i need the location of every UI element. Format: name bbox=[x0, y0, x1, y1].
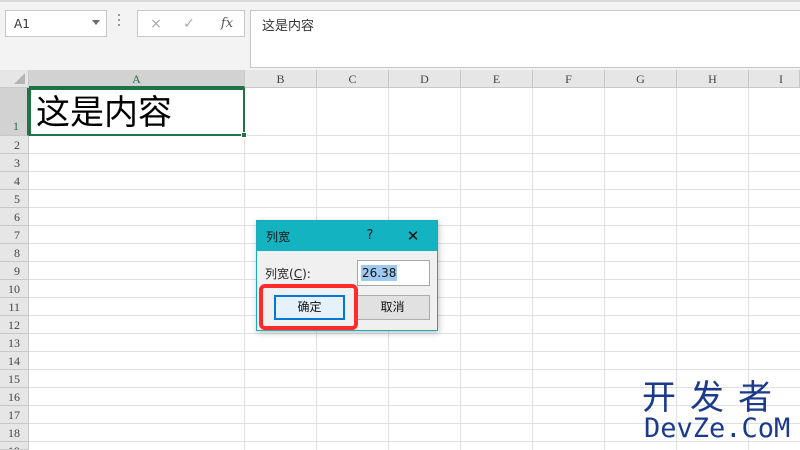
select-all-icon bbox=[14, 73, 25, 84]
cancel-button[interactable]: 取消 bbox=[355, 295, 430, 320]
column-width-label: 列宽(C): bbox=[265, 265, 311, 282]
row-header-14[interactable]: 14 bbox=[0, 352, 29, 370]
row-header-19[interactable]: 19 bbox=[0, 442, 29, 450]
row-header-15[interactable]: 15 bbox=[0, 370, 29, 388]
column-header-f[interactable]: F bbox=[533, 70, 605, 88]
name-box-value: A1 bbox=[14, 17, 30, 31]
watermark-domain: DevZe.CoM bbox=[644, 413, 791, 444]
row-header-17[interactable]: 17 bbox=[0, 406, 29, 424]
formula-buttons: × ✓ fx bbox=[137, 10, 245, 37]
row-header-5[interactable]: 5 bbox=[0, 190, 29, 208]
close-icon[interactable]: ✕ bbox=[400, 224, 426, 248]
row-header-12[interactable]: 12 bbox=[0, 316, 29, 334]
column-header-h[interactable]: H bbox=[677, 70, 749, 88]
row-header-4[interactable]: 4 bbox=[0, 172, 29, 190]
column-header-i[interactable]: I bbox=[749, 70, 800, 88]
row-header-8[interactable]: 8 bbox=[0, 244, 29, 262]
highlight-annotation bbox=[259, 284, 358, 330]
name-box[interactable]: A1 bbox=[5, 10, 107, 37]
chevron-down-icon[interactable] bbox=[92, 20, 100, 25]
row-header-16[interactable]: 16 bbox=[0, 388, 29, 406]
drag-handle-icon[interactable] bbox=[117, 14, 121, 28]
formula-content: 这是内容 bbox=[262, 19, 315, 34]
label-prefix: 列宽( bbox=[265, 267, 294, 281]
row-header-13[interactable]: 13 bbox=[0, 334, 29, 352]
column-header-c[interactable]: C bbox=[317, 70, 389, 88]
row-header-6[interactable]: 6 bbox=[0, 208, 29, 226]
column-header-a[interactable]: A bbox=[29, 70, 245, 88]
row-header-10[interactable]: 10 bbox=[0, 280, 29, 298]
cell-a1-value: 这是内容 bbox=[36, 93, 172, 133]
fill-handle[interactable] bbox=[241, 132, 247, 138]
row-header-2[interactable]: 2 bbox=[0, 136, 29, 154]
column-header-b[interactable]: B bbox=[245, 70, 317, 88]
row-header-1[interactable]: 1 bbox=[0, 88, 29, 136]
column-header-e[interactable]: E bbox=[461, 70, 533, 88]
column-width-input[interactable]: 26.38 bbox=[357, 260, 430, 286]
cancel-icon[interactable]: × bbox=[145, 14, 167, 34]
help-icon[interactable]: ? bbox=[357, 224, 383, 248]
insert-function-icon[interactable]: fx bbox=[216, 14, 238, 34]
enter-icon[interactable]: ✓ bbox=[178, 14, 200, 34]
row-header-9[interactable]: 9 bbox=[0, 262, 29, 280]
row-header-11[interactable]: 11 bbox=[0, 298, 29, 316]
row-header-18[interactable]: 18 bbox=[0, 424, 29, 442]
label-access-key: C bbox=[293, 267, 303, 281]
dialog-title: 列宽 bbox=[266, 230, 291, 244]
cell-a1[interactable]: 这是内容 bbox=[29, 88, 245, 136]
row-header-3[interactable]: 3 bbox=[0, 154, 29, 172]
label-suffix: ): bbox=[302, 267, 311, 281]
row-header-7[interactable]: 7 bbox=[0, 226, 29, 244]
dialog-title-bar[interactable]: 列宽 ? ✕ bbox=[257, 221, 437, 251]
formula-bar-area: A1 × ✓ fx 这是内容 bbox=[0, 0, 800, 70]
column-header-g[interactable]: G bbox=[605, 70, 677, 88]
select-all-button[interactable] bbox=[0, 70, 29, 88]
formula-input[interactable]: 这是内容 bbox=[250, 10, 800, 68]
column-header-d[interactable]: D bbox=[389, 70, 461, 88]
top-divider bbox=[0, 0, 800, 2]
column-width-value: 26.38 bbox=[361, 265, 398, 281]
